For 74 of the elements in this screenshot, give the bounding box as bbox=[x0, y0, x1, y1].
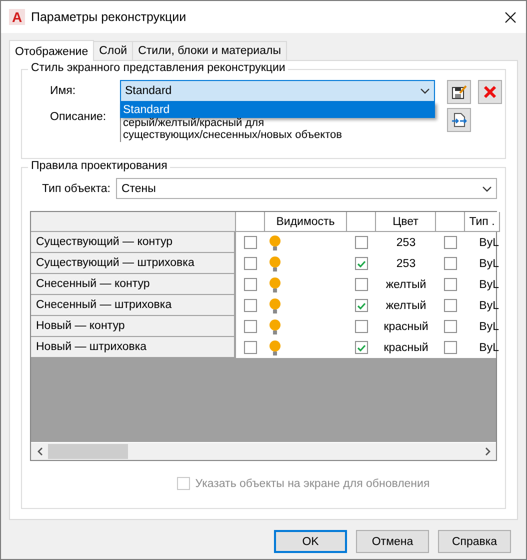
checkbox[interactable] bbox=[244, 278, 257, 291]
table-cell-text: 253 bbox=[395, 236, 417, 250]
floppy-pencil-icon bbox=[451, 84, 467, 100]
delete-icon bbox=[483, 85, 497, 99]
checkbox[interactable] bbox=[355, 320, 368, 333]
row-header: Новый — контур bbox=[31, 316, 236, 337]
light-bulb-icon[interactable] bbox=[269, 276, 281, 292]
chevron-icon bbox=[482, 186, 492, 192]
field-label: Имя: bbox=[50, 84, 77, 97]
window-title: Параметры реконструкции bbox=[31, 10, 188, 24]
checkbox[interactable] bbox=[244, 341, 257, 354]
scroll-thumb[interactable] bbox=[48, 444, 128, 458]
checkbox[interactable] bbox=[244, 257, 257, 270]
light-bulb-icon[interactable] bbox=[269, 340, 281, 356]
object-type-dropdown[interactable]: Стены bbox=[116, 178, 497, 199]
scroll-left-icon bbox=[36, 447, 42, 456]
row-header: Существующий — штриховка bbox=[31, 253, 236, 274]
checkbox[interactable] bbox=[355, 257, 368, 270]
light-bulb-icon[interactable] bbox=[269, 318, 281, 334]
table-cell-text: красный bbox=[382, 320, 430, 334]
table-cell-text: ByL bbox=[478, 256, 500, 272]
row-header: Новый — штриховка bbox=[31, 337, 236, 358]
table-cell-text: ByL bbox=[478, 320, 500, 334]
group-title: Стиль экранного представления реконструкции bbox=[28, 62, 288, 74]
table-cell-text: красный bbox=[382, 340, 430, 356]
name-dropdown[interactable]: Standard bbox=[120, 80, 435, 102]
edit-style-button[interactable] bbox=[447, 80, 471, 104]
light-bulb-icon[interactable] bbox=[269, 234, 281, 250]
field-label: Описание: bbox=[50, 110, 108, 123]
checkbox[interactable] bbox=[444, 236, 457, 249]
checkbox[interactable] bbox=[355, 236, 368, 249]
field-label: Тип объекта: bbox=[42, 182, 110, 194]
column-header: Видимость bbox=[265, 212, 347, 232]
dropdown-option[interactable]: Standard bbox=[120, 102, 435, 118]
checkbox[interactable] bbox=[244, 236, 257, 249]
table-cell-text: 253 bbox=[395, 256, 417, 272]
close-icon bbox=[505, 12, 516, 22]
document-arrows-icon bbox=[451, 112, 467, 128]
tab[interactable]: Отображение bbox=[9, 40, 94, 61]
dialog-button[interactable]: OK bbox=[274, 530, 347, 553]
checkbox[interactable] bbox=[444, 320, 457, 333]
scroll-right-icon bbox=[484, 447, 490, 456]
checkbox[interactable] bbox=[355, 278, 368, 291]
dialog-button[interactable]: Справка bbox=[438, 530, 511, 553]
delete-button[interactable] bbox=[478, 80, 502, 104]
checkbox[interactable] bbox=[244, 299, 257, 312]
checkbox[interactable] bbox=[355, 341, 368, 354]
column-header: Цвет bbox=[376, 212, 436, 232]
checkbox[interactable] bbox=[444, 341, 457, 354]
table-cell-text: ByL bbox=[478, 340, 500, 356]
light-bulb-icon[interactable] bbox=[269, 298, 281, 314]
group-title: Правила проектирования bbox=[28, 160, 170, 172]
table-cell-text: желтый bbox=[384, 278, 428, 292]
checkbox-label: Указать объекты на экране для обновления bbox=[195, 478, 430, 490]
row-header: Снесенный — штриховка bbox=[31, 295, 236, 316]
table-cell-text: ByL bbox=[478, 236, 500, 250]
row-header: Существующий — контур bbox=[31, 232, 236, 253]
row-header: Снесенный — контур bbox=[31, 274, 236, 295]
table-cell-text: ByL bbox=[478, 278, 500, 292]
tab[interactable]: Стили, блоки и материалы bbox=[132, 41, 287, 60]
checkbox[interactable] bbox=[444, 278, 457, 291]
light-bulb-icon[interactable] bbox=[269, 256, 281, 272]
horizontal-scrollbar[interactable] bbox=[31, 442, 496, 460]
table-cell-text: ByL bbox=[478, 298, 500, 314]
checkbox[interactable] bbox=[444, 257, 457, 270]
import-button[interactable] bbox=[447, 108, 471, 132]
checkbox[interactable] bbox=[444, 299, 457, 312]
app-logo: A bbox=[9, 9, 25, 25]
column-header: Тип . bbox=[465, 212, 500, 232]
chevron-icon bbox=[420, 88, 430, 94]
checkbox[interactable] bbox=[244, 320, 257, 333]
dialog-button[interactable]: Отмена bbox=[356, 530, 429, 553]
checkbox[interactable] bbox=[355, 299, 368, 312]
table-cell-text: желтый bbox=[384, 298, 428, 314]
